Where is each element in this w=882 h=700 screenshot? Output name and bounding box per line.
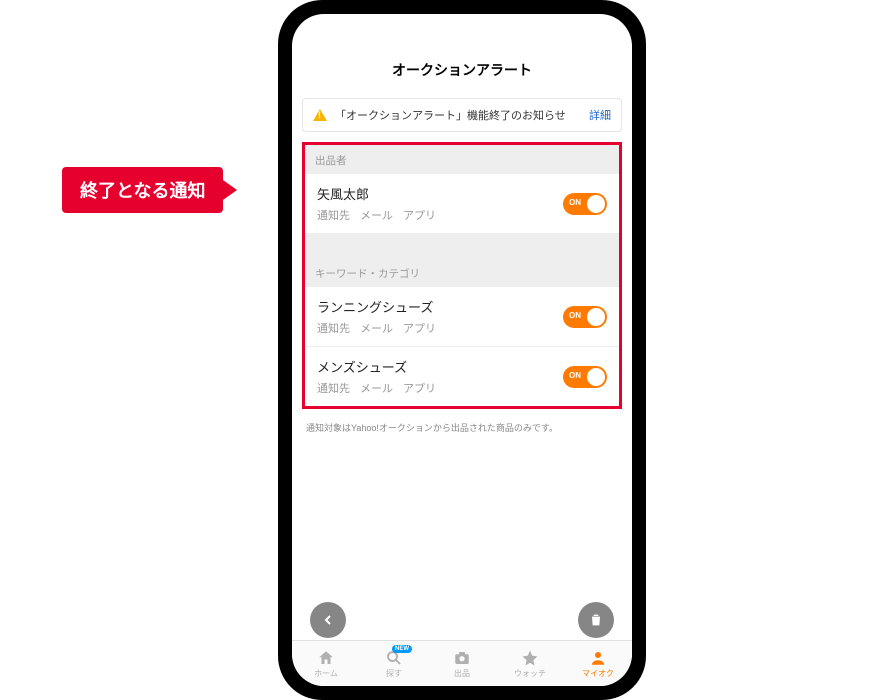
new-badge: NEW	[392, 645, 412, 653]
item-subtitle: 通知先メールアプリ	[317, 380, 563, 396]
trash-icon	[588, 612, 604, 628]
app-header: オークションアラート	[292, 14, 632, 92]
tab-bar: ホーム NEW 探す 出品 ウォッチ マイオク	[292, 640, 632, 686]
item-subtitle: 通知先メールアプリ	[317, 320, 563, 336]
section-gap	[305, 234, 619, 258]
tab-label: ウォッチ	[514, 668, 546, 679]
tab-sell[interactable]: 出品	[428, 641, 496, 686]
tab-label: 出品	[454, 668, 470, 679]
toggle-on[interactable]: ON	[563, 306, 607, 328]
notice-text: 「オークションアラート」機能終了のお知らせ	[335, 107, 581, 123]
callout-ending-notification: 終了となる通知	[62, 167, 223, 213]
phone-frame: オークションアラート 「オークションアラート」機能終了のお知らせ 詳細 出品者 …	[278, 0, 646, 554]
tab-label: ホーム	[314, 668, 338, 679]
back-button[interactable]	[310, 602, 346, 638]
toggle-on[interactable]: ON	[563, 193, 607, 215]
list-item[interactable]: ランニングシューズ 通知先メールアプリ ON	[305, 287, 619, 347]
highlighted-section: 出品者 矢風太郎 通知先メールアプリ ON キーワード・カテゴリ	[302, 142, 622, 409]
toggle-on[interactable]: ON	[563, 366, 607, 388]
section-label-seller: 出品者	[305, 145, 619, 174]
item-title: メンズシューズ	[317, 357, 563, 376]
star-icon	[521, 649, 539, 667]
tab-home[interactable]: ホーム	[292, 641, 360, 686]
page-title: オークションアラート	[392, 60, 532, 80]
section-label-keyword: キーワード・カテゴリ	[305, 258, 619, 287]
tab-search[interactable]: NEW 探す	[360, 641, 428, 686]
notice-detail-link[interactable]: 詳細	[589, 107, 611, 123]
toggle-label: ON	[569, 311, 581, 320]
tab-watch[interactable]: ウォッチ	[496, 641, 564, 686]
item-subtitle: 通知先メールアプリ	[317, 207, 563, 223]
list-item[interactable]: 矢風太郎 通知先メールアプリ ON	[305, 174, 619, 234]
home-icon	[317, 649, 335, 667]
list-item[interactable]: メンズシューズ 通知先メールアプリ ON	[305, 347, 619, 406]
warning-icon	[313, 109, 327, 121]
person-icon	[589, 649, 607, 667]
toggle-label: ON	[569, 371, 581, 380]
tab-label: マイオク	[582, 668, 614, 679]
camera-icon	[453, 649, 471, 667]
notice-banner[interactable]: 「オークションアラート」機能終了のお知らせ 詳細	[302, 98, 622, 132]
toggle-label: ON	[569, 198, 581, 207]
tab-myauc[interactable]: マイオク	[564, 641, 632, 686]
delete-button[interactable]	[578, 602, 614, 638]
tab-label: 探す	[386, 668, 402, 679]
item-title: 矢風太郎	[317, 184, 563, 203]
footnote-text: 通知対象はYahoo!オークションから出品された商品のみです。	[292, 415, 632, 440]
item-title: ランニングシューズ	[317, 297, 563, 316]
chevron-left-icon	[320, 612, 336, 628]
